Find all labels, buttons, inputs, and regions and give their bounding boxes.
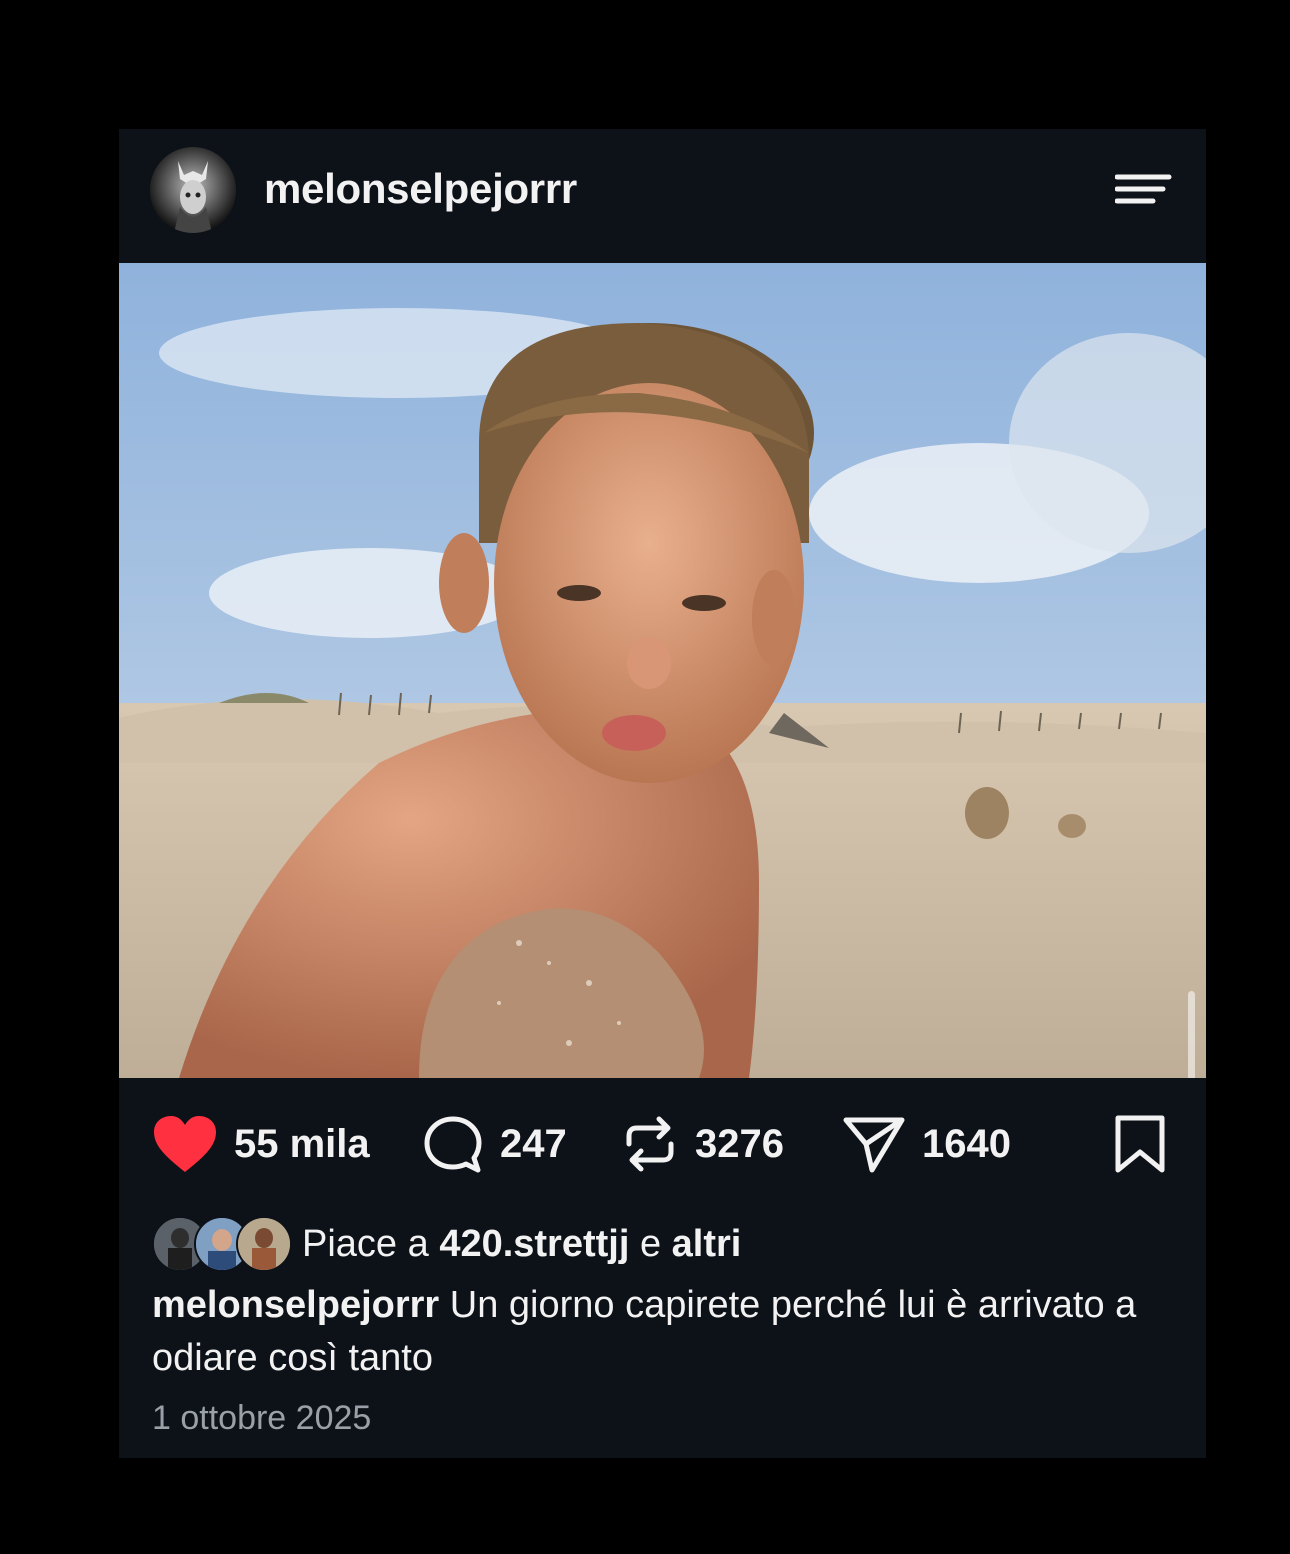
heart-icon (154, 1116, 216, 1172)
repost-count: 3276 (695, 1121, 784, 1166)
repost-button[interactable]: 3276 (621, 1114, 784, 1174)
liked-by-avatars (152, 1216, 292, 1272)
bookmark-button[interactable] (1113, 1114, 1167, 1174)
share-icon (843, 1117, 905, 1173)
post-header: melonselpejorrr (119, 129, 1206, 263)
like-count: 55 mila (234, 1121, 370, 1166)
bookmark-icon (1115, 1115, 1165, 1173)
beach-photo (119, 263, 1206, 1078)
liked-by-prefix: Piace a (302, 1222, 429, 1265)
post-card: melonselpejorrr 55 mila 247 3276 1640 Pi… (119, 129, 1206, 1458)
comment-icon (424, 1116, 482, 1173)
post-date: 1 ottobre 2025 (152, 1399, 372, 1437)
comment-button[interactable]: 247 (422, 1114, 567, 1174)
repost-icon (626, 1116, 674, 1172)
post-caption: melonselpejorrr Un giorno capirete perch… (152, 1279, 1162, 1385)
liker-avatar (236, 1216, 292, 1272)
profile-avatar[interactable] (150, 147, 236, 233)
post-image[interactable] (119, 263, 1206, 1078)
like-button[interactable]: 55 mila (152, 1114, 370, 1174)
liked-by-others[interactable]: altri (672, 1223, 742, 1266)
action-bar: 55 mila 247 3276 1640 (119, 1078, 1206, 1198)
share-button[interactable]: 1640 (842, 1114, 1011, 1174)
liked-by-joiner: e (639, 1222, 662, 1265)
comment-count: 247 (500, 1121, 567, 1166)
menu-button[interactable] (1114, 171, 1173, 209)
share-count: 1640 (922, 1121, 1011, 1166)
post-username[interactable]: melonselpejorrr (264, 165, 577, 213)
caption-username[interactable]: melonselpejorrr (152, 1284, 439, 1326)
image-scroll-indicator (1188, 991, 1195, 1078)
liked-by-user[interactable]: 420.strettjj (439, 1223, 629, 1266)
menu-icon (1114, 174, 1172, 204)
liked-by-row[interactable]: Piace a 420.strettjj e altri (152, 1215, 741, 1273)
